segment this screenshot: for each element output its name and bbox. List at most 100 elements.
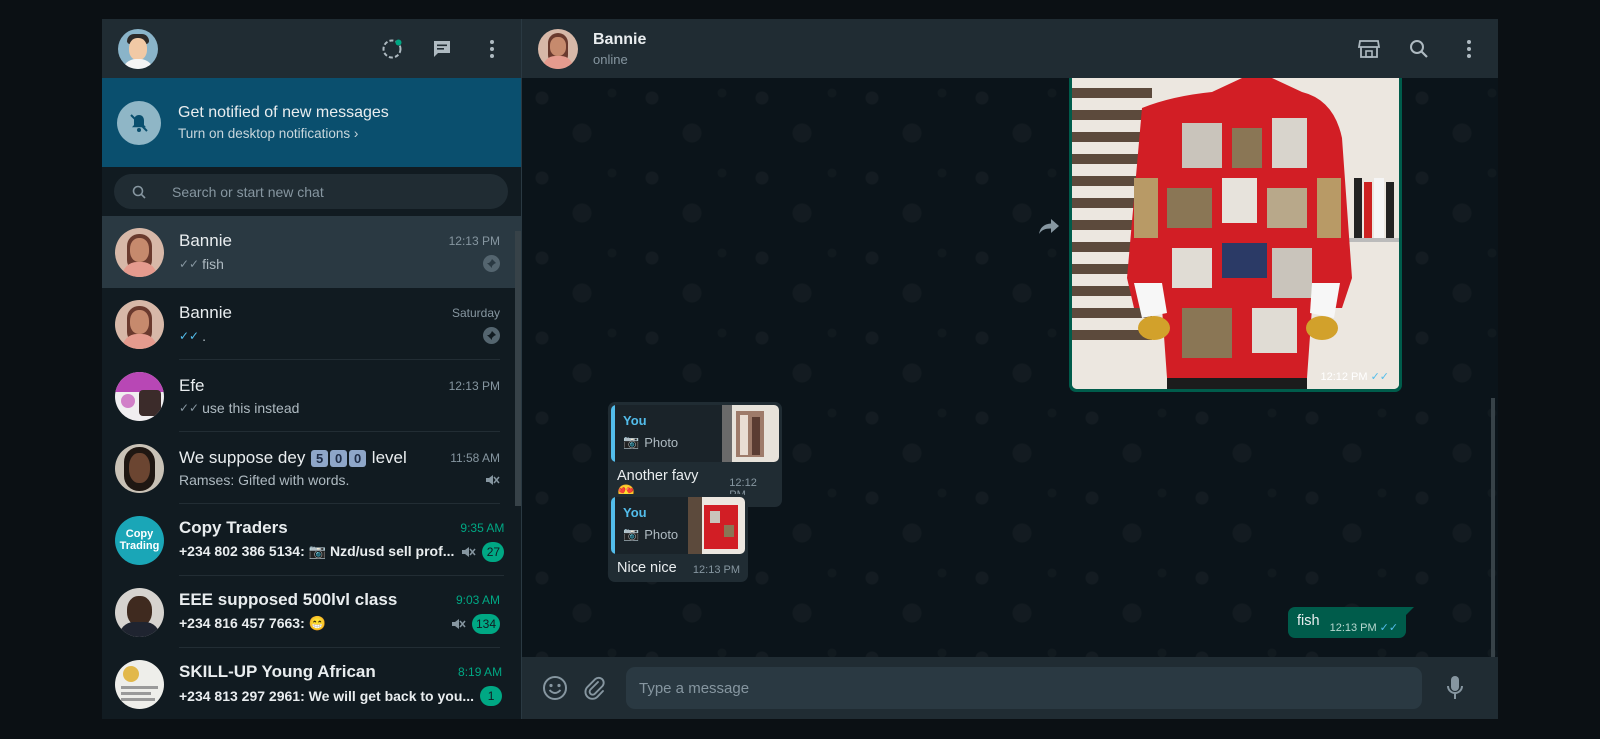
conversation-header[interactable]: Bannie online — [522, 19, 1498, 78]
outgoing-message[interactable]: fish 12:13 PM ✓✓ — [1288, 607, 1415, 638]
chat-name: Efe — [179, 375, 205, 395]
chat-list-scrollbar[interactable] — [515, 231, 521, 506]
chat-preview: . — [202, 327, 206, 344]
chat-item-eee-class[interactable]: EEE supposed 500lvl class 9:03 AM +234 8… — [102, 576, 521, 648]
chat-name: Bannie — [179, 231, 232, 250]
avatar — [115, 299, 164, 349]
my-avatar[interactable] — [118, 28, 158, 69]
microphone-icon[interactable] — [1442, 675, 1468, 701]
shirt-photo: 12:12 PM ✓✓ — [1072, 78, 1399, 389]
chat-name-suffix: level — [371, 447, 407, 467]
chat-time: 11:58 AM — [450, 450, 500, 465]
incoming-reply-message[interactable]: You 📷 Photo Nice nice 12:13 PM — [608, 494, 748, 582]
contact-status: online — [593, 51, 628, 67]
chat-item-bannie[interactable]: Bannie 12:13 PM ✓✓ fish — [102, 216, 521, 288]
contact-name: Bannie — [593, 30, 647, 48]
message-text: Nice nice — [617, 560, 677, 576]
message-input[interactable] — [626, 667, 1422, 709]
unread-badge: 27 — [482, 541, 505, 562]
avatar-text: Copy — [125, 528, 154, 540]
forward-icon[interactable] — [1038, 216, 1060, 238]
chat-item-skill-up[interactable]: SKILL-UP Young African 8:19 AM +234 813 … — [102, 648, 521, 719]
catalog-icon[interactable] — [1356, 36, 1382, 62]
unread-badge: 1 — [480, 685, 503, 706]
camera-icon: 📷 — [308, 543, 327, 559]
chat-preview: +234 802 386 5134: 📷 Nzd/usd sell prof..… — [179, 543, 454, 560]
quoted-message[interactable]: You 📷 Photo — [611, 497, 745, 554]
muted-icon — [451, 618, 466, 629]
chat-preview: +234 813 297 2961: We will get back to y… — [179, 687, 475, 704]
double-tick-icon: ✓✓ — [179, 256, 200, 271]
chat-name-prefix: We suppose dey — [179, 447, 306, 467]
chat-time: 8:19 AM — [458, 664, 503, 679]
image-time: 12:12 PM — [1320, 371, 1368, 383]
whatsapp-app: Get notified of new messages Turn on des… — [102, 19, 1498, 719]
avatar — [115, 371, 164, 421]
status-icon[interactable] — [379, 36, 405, 62]
conversation-pane: Bannie online 12:12 PM ✓✓ You 📷 Photo An… — [522, 19, 1498, 719]
chat-name: SKILL-UP Young African — [179, 661, 376, 681]
quoted-type: Photo — [644, 434, 679, 450]
chat-preview: fish — [202, 255, 224, 272]
quoted-message[interactable]: You 📷 Photo — [611, 405, 779, 462]
attach-icon[interactable] — [582, 675, 608, 701]
quoted-author: You — [623, 505, 647, 520]
quoted-thumbnail — [722, 405, 779, 462]
chat-time: 9:35 AM — [460, 520, 505, 535]
muted-icon — [462, 546, 476, 557]
chat-name: EEE supposed 500lvl class — [179, 589, 398, 609]
chat-item-bannie-2[interactable]: Bannie Saturday ✓✓ . — [102, 288, 521, 360]
search-icon[interactable] — [132, 185, 146, 199]
image-timestamp: 12:12 PM ✓✓ — [1320, 370, 1389, 383]
camera-icon: 📷 — [623, 434, 640, 449]
muted-icon — [486, 474, 500, 485]
chat-time: 12:13 PM — [448, 234, 500, 248]
avatar — [115, 227, 164, 277]
notification-link[interactable]: Turn on desktop notifications › — [178, 126, 389, 141]
search-input[interactable] — [170, 182, 474, 201]
chat-preview: use this instead — [202, 399, 300, 416]
chat-item-500-level[interactable]: We suppose dey 500 level 11:58 AM Ramses… — [102, 432, 521, 504]
quoted-type: Photo — [644, 526, 679, 542]
chat-list: Bannie 12:13 PM ✓✓ fish Bannie Saturday … — [102, 216, 521, 719]
pin-icon — [483, 255, 500, 272]
double-tick-icon: ✓✓ — [179, 400, 200, 415]
emoji-icon[interactable] — [542, 675, 568, 701]
chat-list-pane: Get notified of new messages Turn on des… — [102, 19, 522, 719]
message-area: 12:12 PM ✓✓ You 📷 Photo Another favy 😍 1… — [522, 78, 1498, 657]
new-chat-icon[interactable] — [429, 36, 455, 62]
chat-preview: Ramses: Gifted with words. — [179, 471, 350, 488]
preview-text: Nzd/usd sell prof... — [329, 543, 455, 559]
message-time: 12:13 PM — [692, 564, 740, 576]
menu-icon[interactable] — [479, 36, 505, 62]
chat-item-efe[interactable]: Efe 12:13 PM ✓✓ use this instead — [102, 360, 521, 432]
chat-item-copy-traders[interactable]: Copy Trading Copy Traders 9:35 AM +234 8… — [102, 504, 521, 576]
chat-time: 9:03 AM — [455, 592, 500, 607]
keycap-digit: 0 — [349, 449, 367, 467]
camera-icon: 📷 — [623, 526, 640, 541]
quoted-thumbnail — [688, 497, 745, 554]
chat-preview: +234 816 457 7663: 😁 — [179, 615, 327, 631]
left-header — [102, 19, 521, 78]
chat-time: 12:13 PM — [448, 378, 500, 393]
unread-badge: 134 — [471, 613, 500, 634]
image-message[interactable]: 12:12 PM ✓✓ — [1069, 78, 1402, 392]
menu-icon[interactable] — [1456, 36, 1482, 62]
keycap-digit: 5 — [311, 449, 329, 467]
double-tick-icon: ✓✓ — [1379, 622, 1399, 634]
notification-banner[interactable]: Get notified of new messages Turn on des… — [102, 78, 521, 167]
incoming-reply-message[interactable]: You 📷Photo Another favy 😍 12:12 PM — [608, 402, 782, 507]
contact-avatar[interactable] — [538, 28, 578, 69]
chat-time: Saturday — [451, 306, 500, 320]
message-time: 12:13 PM — [1329, 622, 1377, 634]
quoted-author: You — [623, 413, 647, 428]
search-icon[interactable] — [1406, 36, 1432, 62]
keycap-digit: 0 — [330, 449, 348, 467]
message-text: fish — [1297, 613, 1320, 629]
double-tick-icon: ✓✓ — [1370, 371, 1389, 383]
search-bar — [102, 167, 521, 216]
chat-name: Copy Traders — [179, 517, 288, 537]
message-scrollbar[interactable] — [1491, 398, 1495, 657]
chat-name: We suppose dey 500 level — [179, 448, 407, 468]
avatar — [115, 659, 164, 709]
